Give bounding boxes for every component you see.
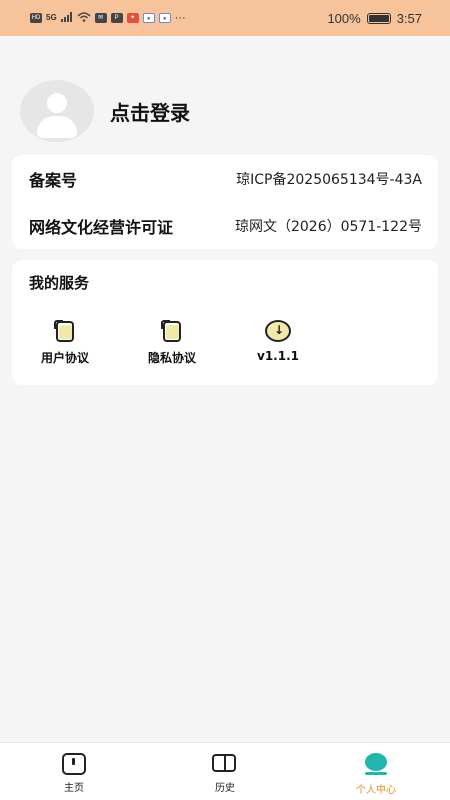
status-bar: HD 5G ✉ P ✦ ● ● ··· 100% 3:57 [0,0,450,36]
app-red-icon: ✦ [126,13,139,23]
network-5g-icon: 5G [46,13,57,22]
version-label: v1.1.1 [257,349,299,363]
culture-license-value: 琼网文（2026）0571-122号 [234,219,422,235]
service-label: 用户协议 [40,351,89,365]
app-blue-icon: ● [158,13,171,23]
avatar-body-icon [37,116,77,138]
tab-history[interactable]: 历史 [185,753,265,794]
tab-home-label: 主页 [64,783,84,794]
download-icon: ↓ [265,320,291,344]
avatar-head-icon [47,93,67,113]
signal-icon [60,11,73,25]
app-p-icon: P [110,13,123,23]
more-notifications-icon: ··· [174,12,186,24]
document-icon [52,320,78,344]
icp-label: 备案号 [29,171,78,190]
battery-icon [366,12,391,24]
culture-license-row: 网络文化经营许可证 琼网文（2026）0571-122号 [29,214,422,238]
status-icons: HD 5G ✉ P ✦ ● ● ··· [30,11,186,25]
icp-row: 备案号 琼ICP备2025065134号-43A [29,167,422,191]
mail-icon: ✉ [94,13,107,23]
bottom-tab-bar: 主页 历史 个人中心 [0,742,450,800]
services-title: 我的服务 [29,274,90,292]
service-user-agreement[interactable]: 用户协议 [20,320,110,366]
login-link[interactable]: 点击登录 [110,97,190,126]
culture-license-label: 网络文化经营许可证 [29,218,174,237]
battery-percent: 100% [327,10,361,26]
app-blue-icon: ● [142,13,155,23]
profile-header[interactable]: 点击登录 [20,80,190,142]
book-icon [212,753,238,775]
license-card: 备案号 琼ICP备2025065134号-43A 网络文化经营许可证 琼网文（2… [12,155,438,249]
document-icon [159,320,185,344]
wifi-icon [77,11,91,25]
tab-profile[interactable]: 个人中心 [336,753,416,796]
tab-home[interactable]: 主页 [34,753,114,794]
tab-profile-label: 个人中心 [356,785,396,796]
service-version[interactable]: ↓ v1.1.1 [233,320,323,363]
avatar[interactable] [20,80,94,142]
status-right: 100% 3:57 [327,11,422,26]
home-icon [62,753,86,775]
hd-icon: HD [30,13,42,23]
service-privacy-agreement[interactable]: 隐私协议 [127,320,217,366]
icp-value: 琼ICP备2025065134号-43A [236,172,422,188]
clock: 3:57 [396,10,422,26]
profile-icon [364,753,388,777]
service-label: 隐私协议 [147,351,196,365]
tab-history-label: 历史 [215,783,235,794]
services-card: 我的服务 用户协议 隐私协议 ↓ v1.1.1 [12,260,438,385]
